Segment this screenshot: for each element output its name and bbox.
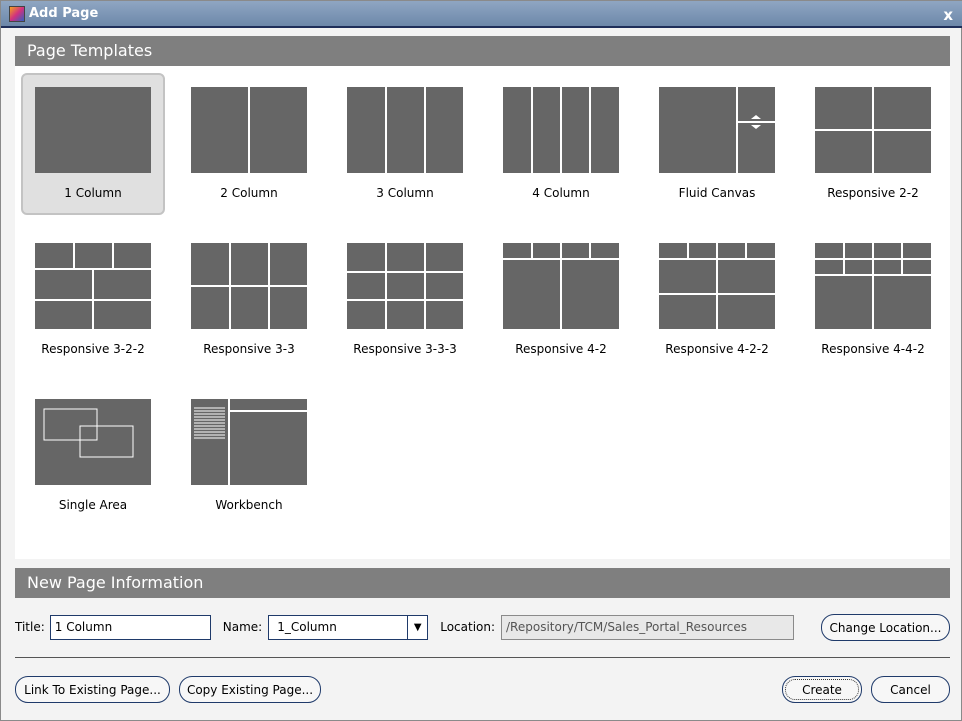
template-responsive-2-2[interactable]: Responsive 2-2 [801, 73, 945, 215]
template-thumbnail-icon [35, 399, 151, 485]
template-label: Responsive 4-2 [515, 342, 607, 356]
form-row: Title: 1 Column Name: 1_Column ▼ Locatio… [15, 614, 795, 640]
templates-panel: 1 Column 2 Column 3 Column 4 Column Fluid Ca… [15, 66, 950, 559]
template-4-column[interactable]: 4 Column [489, 73, 633, 215]
cancel-button[interactable]: Cancel [871, 676, 950, 703]
template-1-column[interactable]: 1 Column [21, 73, 165, 215]
template-label: Responsive 3-3-3 [353, 342, 457, 356]
new-page-info-header: New Page Information [15, 568, 950, 598]
template-thumbnail-icon [347, 87, 463, 173]
template-thumbnail-icon [191, 243, 307, 329]
page-templates-header: Page Templates [15, 36, 950, 66]
template-label: Responsive 2-2 [827, 186, 919, 200]
name-combobox[interactable]: 1_Column ▼ [268, 614, 429, 640]
template-label: Fluid Canvas [678, 186, 756, 200]
template-label: 3 Column [376, 186, 434, 200]
template-thumbnail-icon [191, 87, 307, 173]
template-3-column[interactable]: 3 Column [333, 73, 477, 215]
template-label: Responsive 4-4-2 [821, 342, 925, 356]
app-icon [9, 5, 25, 22]
template-label: Single Area [58, 498, 128, 512]
template-label: 4 Column [532, 186, 590, 200]
close-button[interactable]: x [943, 6, 953, 24]
template-responsive-3-3-3[interactable]: Responsive 3-3-3 [333, 229, 477, 371]
template-workbench[interactable]: Workbench [177, 385, 321, 527]
template-2-column[interactable]: 2 Column [177, 73, 321, 215]
window-title: Add Page [29, 6, 99, 21]
template-label: 1 Column [64, 186, 122, 200]
template-thumbnail-icon [815, 243, 931, 329]
template-single-area[interactable]: Single Area [21, 385, 165, 527]
location-field: /Repository/TCM/Sales_Portal_Resources [501, 614, 795, 640]
template-responsive-4-4-2[interactable]: Responsive 4-4-2 [801, 229, 945, 371]
template-thumbnail-icon [503, 243, 619, 329]
link-existing-page-button[interactable]: Link To Existing Page... [15, 676, 170, 703]
title-input[interactable]: 1 Column [49, 614, 211, 640]
template-label: Workbench [215, 498, 283, 512]
template-label: Responsive 4-2-2 [665, 342, 769, 356]
location-label: Location: [440, 620, 496, 634]
name-label: Name: [222, 620, 263, 634]
template-thumbnail-icon [659, 87, 775, 173]
template-thumbnail-icon [191, 399, 307, 485]
change-location-button[interactable]: Change Location... [821, 614, 950, 641]
name-value: 1_Column [277, 620, 337, 634]
template-thumbnail-icon [35, 87, 151, 173]
divider [15, 657, 950, 658]
template-responsive-4-2[interactable]: Responsive 4-2 [489, 229, 633, 371]
create-button[interactable]: Create [782, 676, 862, 703]
template-thumbnail-icon [659, 243, 775, 329]
title-label: Title: [15, 620, 45, 634]
template-label: Responsive 3-3 [203, 342, 295, 356]
template-thumbnail-icon [503, 87, 619, 173]
template-label: Responsive 3-2-2 [41, 342, 145, 356]
template-thumbnail-icon [815, 87, 931, 173]
chevron-down-icon[interactable]: ▼ [407, 615, 427, 639]
title-bar: Add Page x [1, 1, 962, 28]
template-thumbnail-icon [347, 243, 463, 329]
template-fluid-canvas[interactable]: Fluid Canvas [645, 73, 789, 215]
template-thumbnail-icon [35, 243, 151, 329]
template-responsive-4-2-2[interactable]: Responsive 4-2-2 [645, 229, 789, 371]
template-label: 2 Column [220, 186, 278, 200]
template-responsive-3-2-2[interactable]: Responsive 3-2-2 [21, 229, 165, 371]
copy-existing-page-button[interactable]: Copy Existing Page... [179, 676, 321, 703]
template-responsive-3-3[interactable]: Responsive 3-3 [177, 229, 321, 371]
